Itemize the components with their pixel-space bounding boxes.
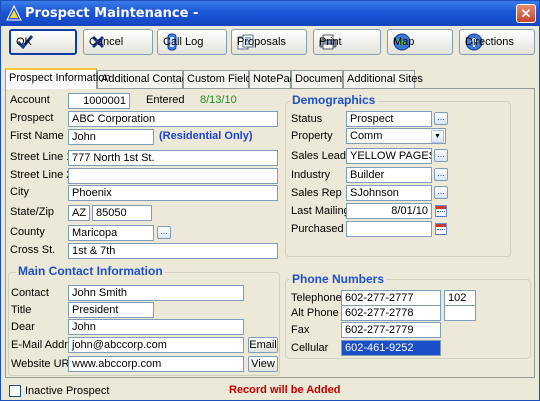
chevron-down-icon: ▼ (431, 130, 444, 143)
entered-date: 8/13/10 (200, 94, 237, 106)
cross-street-label: Cross St. (10, 244, 56, 256)
cross-street-field[interactable]: 1st & 7th (68, 243, 278, 259)
first-name-label: First Name (10, 130, 64, 142)
sales-rep-label: Sales Rep (291, 187, 342, 199)
cellular-field[interactable]: 602-461-9252 (341, 340, 441, 356)
demographics-title: Demographics (290, 93, 378, 107)
residential-note: (Residential Only) (159, 130, 253, 142)
tab-custom-fields[interactable]: Custom Fields (183, 70, 257, 88)
sales-rep-field[interactable]: SJohnson (346, 185, 432, 201)
purchased-field[interactable] (346, 221, 432, 237)
call-log-button[interactable]: Call Log (157, 29, 227, 55)
telephone-label: Telephone (291, 292, 342, 304)
view-button[interactable]: View (248, 356, 278, 372)
proposals-button[interactable]: Proposals (231, 29, 307, 55)
alt-phone-field[interactable]: 602-277-2778 (341, 305, 441, 321)
status-label: Status (291, 113, 323, 125)
close-button[interactable]: ✕ (516, 4, 536, 23)
county-label: County (10, 226, 45, 238)
fax-field[interactable]: 602-277-2779 (341, 322, 441, 338)
print-button[interactable]: Print (313, 29, 381, 55)
prospect-maintenance-window: Prospect Maintenance - ✕ OK Cancel Call … (0, 0, 540, 401)
sales-rep-lookup-button[interactable]: ... (434, 186, 448, 199)
telephone-field[interactable]: 602-277-2777 (341, 290, 441, 306)
purchased-label: Purchased (291, 223, 344, 235)
title-bar[interactable]: Prospect Maintenance - ✕ (1, 1, 539, 26)
tab-notepad[interactable]: NotePad (249, 70, 296, 88)
tab-additional-sites[interactable]: Additional Sites (343, 70, 423, 88)
prospect-field[interactable]: ABC Corporation (68, 111, 278, 127)
first-name-field[interactable]: John (68, 129, 154, 145)
account-label: Account (10, 94, 50, 106)
sales-lead-field[interactable]: YELLOW PAGES (346, 148, 432, 164)
street1-field[interactable]: 777 North 1st St. (68, 150, 278, 166)
sales-lead-label: Sales Lead (291, 150, 347, 162)
status-field[interactable]: Prospect (346, 111, 432, 127)
toolbar: OK Cancel Call Log Proposals Print Map D… (1, 26, 539, 62)
website-field[interactable]: www.abccorp.com (68, 356, 244, 372)
contact-label: Contact (11, 287, 49, 299)
last-mailing-label: Last Mailing (291, 205, 350, 217)
website-label: Website URL (11, 358, 76, 370)
industry-lookup-button[interactable]: ... (434, 168, 448, 181)
account-field[interactable]: 1000001 (68, 93, 130, 109)
tab-prospect-information[interactable]: Prospect Information (5, 68, 111, 89)
inactive-prospect-checkbox[interactable] (9, 385, 21, 397)
telephone-ext-field[interactable]: 102 (444, 290, 476, 306)
email-label: E-Mail Addr (11, 339, 68, 351)
prospect-label: Prospect (10, 112, 54, 124)
city-label: City (10, 186, 29, 198)
last-mailing-field[interactable]: 8/01/10 (346, 203, 432, 219)
calendar-icon[interactable] (435, 205, 447, 217)
city-field[interactable]: Phoenix (68, 185, 278, 201)
title-field[interactable]: President (68, 302, 154, 318)
cancel-button[interactable]: Cancel (83, 29, 153, 55)
window-title: Prospect Maintenance - (25, 6, 199, 21)
status-lookup-button[interactable]: ... (434, 112, 448, 125)
street2-field[interactable] (68, 168, 278, 184)
entered-label: Entered (146, 94, 185, 106)
email-field[interactable]: john@abccorp.com (68, 337, 244, 353)
tab-documents[interactable]: Documents (291, 70, 351, 88)
industry-label: Industry (291, 169, 331, 181)
dear-label: Dear (11, 321, 35, 333)
inactive-prospect-label: Inactive Prospect (25, 385, 110, 397)
main-contact-title: Main Contact Information (16, 264, 165, 278)
map-button[interactable]: Map (387, 29, 453, 55)
sales-lead-lookup-button[interactable]: ... (434, 149, 448, 162)
dear-field[interactable]: John (68, 319, 244, 335)
status-footer: Inactive Prospect Record will be Added (1, 381, 539, 401)
county-field[interactable]: Maricopa (68, 225, 154, 241)
calendar-icon[interactable] (435, 223, 447, 235)
street1-label: Street Line 1 (10, 151, 73, 163)
street2-label: Street Line 2 (10, 169, 73, 181)
fax-label: Fax (291, 324, 310, 336)
state-zip-label: State/Zip (10, 206, 55, 218)
ok-button[interactable]: OK (9, 29, 77, 55)
industry-field[interactable]: Builder (346, 167, 432, 183)
property-select[interactable]: Comm ▼ (346, 128, 446, 144)
zip-field[interactable]: 85050 (92, 205, 152, 221)
close-icon: ✕ (520, 6, 532, 21)
title-label: Title (11, 304, 32, 316)
property-label: Property (291, 130, 333, 142)
contact-field[interactable]: John Smith (68, 285, 244, 301)
alt-phone-label: Alt Phone (291, 307, 339, 319)
record-status-message: Record will be Added (229, 384, 341, 396)
prospect-info-panel: Account 1000001 Entered 8/13/10 Prospect… (5, 88, 535, 378)
cellular-label: Cellular (291, 342, 329, 354)
state-field[interactable]: AZ (68, 205, 90, 221)
app-logo-icon (6, 5, 22, 21)
email-button[interactable]: Email (248, 337, 278, 353)
directions-button[interactable]: Directions (459, 29, 535, 55)
phone-numbers-title: Phone Numbers (290, 272, 387, 286)
county-lookup-button[interactable]: ... (157, 226, 171, 239)
alt-phone-ext-field[interactable] (444, 305, 476, 321)
